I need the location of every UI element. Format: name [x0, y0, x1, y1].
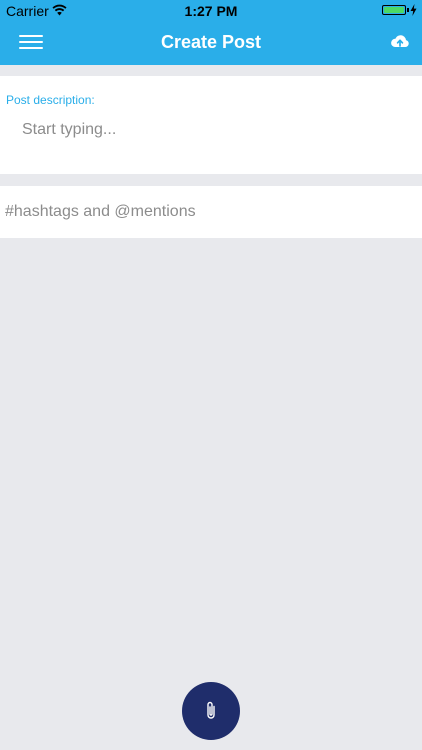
cloud-upload-icon[interactable]	[390, 33, 410, 49]
hashtags-mentions-input[interactable]	[5, 198, 405, 226]
battery-cap	[407, 8, 409, 12]
paperclip-icon	[207, 701, 215, 719]
post-description-label: Post description:	[6, 93, 95, 107]
post-description-card: Post description:	[0, 76, 422, 174]
tags-card	[0, 186, 422, 238]
nav-bar: Create Post	[0, 20, 422, 65]
attach-button[interactable]	[182, 682, 240, 740]
status-bar: Carrier 1:27 PM	[0, 0, 422, 20]
battery-icon	[382, 5, 406, 15]
charging-icon	[410, 4, 417, 16]
status-time: 1:27 PM	[184, 3, 238, 19]
page-title: Create Post	[160, 32, 262, 52]
post-description-input[interactable]	[22, 116, 402, 144]
